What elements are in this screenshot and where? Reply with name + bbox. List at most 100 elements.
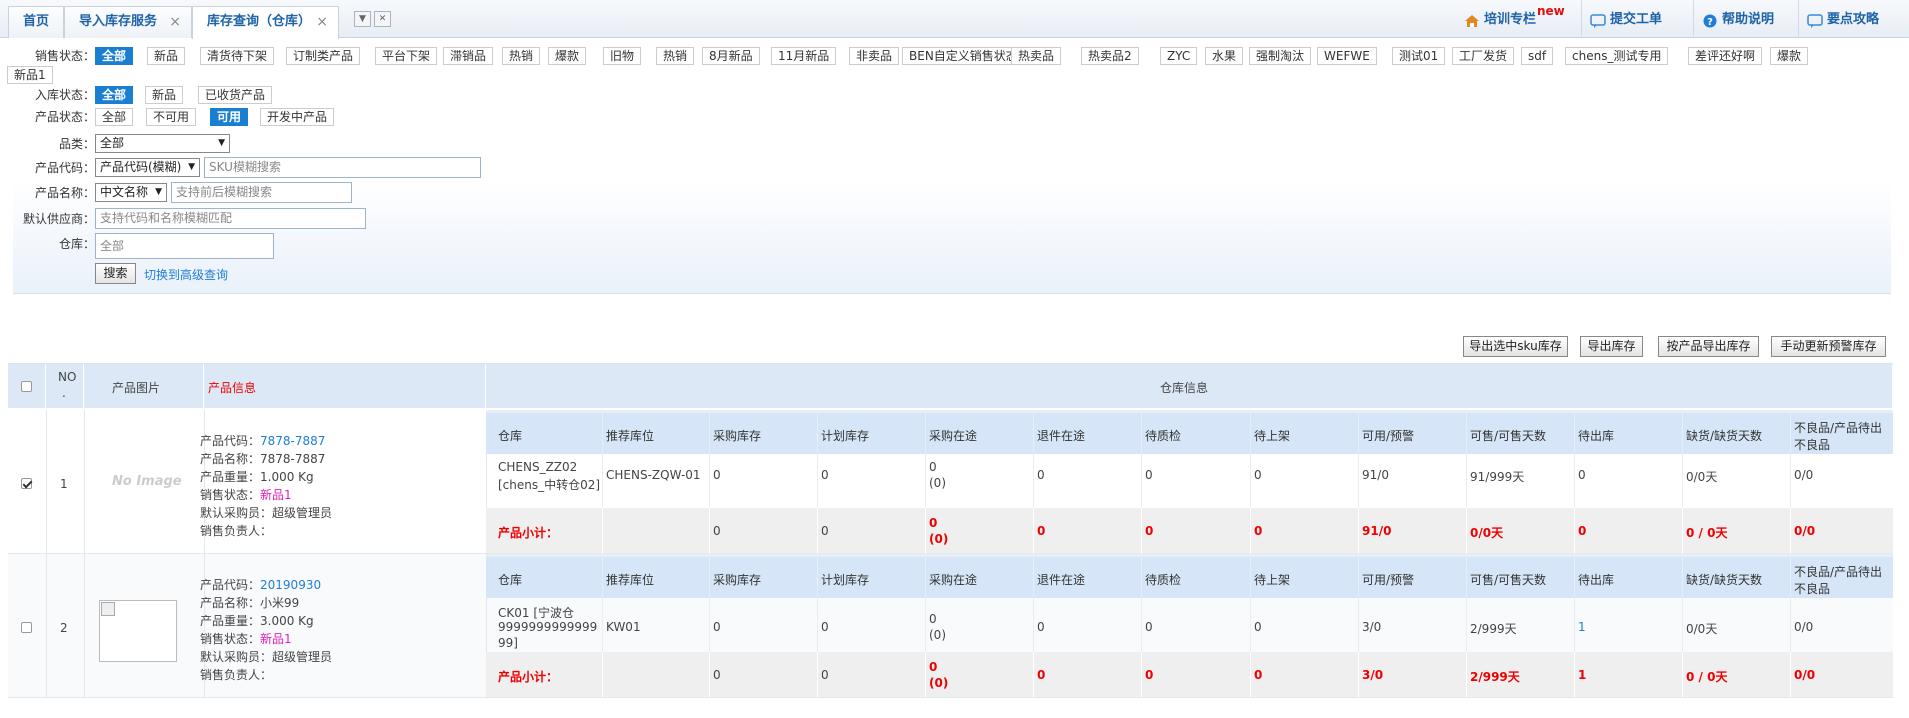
subheader-cell: 退件在途 bbox=[1037, 429, 1086, 443]
sale-status-option[interactable]: 新品1 bbox=[7, 66, 53, 84]
column-divider bbox=[1358, 508, 1359, 553]
advanced-search-link[interactable]: 切换到高级查询 bbox=[144, 266, 228, 283]
help-link[interactable]: ? 帮助说明 bbox=[1693, 0, 1798, 38]
subtotal-value: 0/0 bbox=[1794, 668, 1816, 682]
close-all-tabs-icon[interactable]: ✕ bbox=[374, 11, 391, 27]
subheader-cell: 待质检 bbox=[1145, 573, 1182, 587]
export-selected-sku-button[interactable]: 导出选中sku库存 bbox=[1463, 336, 1568, 357]
subheader-cell: 待出库 bbox=[1578, 573, 1615, 587]
sales-owner: 销售负责人： bbox=[200, 524, 273, 538]
training-column-link[interactable]: 培训专栏 bbox=[1456, 0, 1581, 38]
sale-status-option[interactable]: 订制类产品 bbox=[286, 47, 361, 65]
sale-status-option[interactable]: 水果 bbox=[1205, 47, 1244, 65]
export-by-product-button[interactable]: 按产品导出库存 bbox=[1658, 336, 1759, 357]
product-status-option[interactable]: 开发中产品 bbox=[260, 108, 335, 126]
tab-home[interactable]: 首页 bbox=[8, 6, 64, 38]
sale-status-option[interactable]: 热卖品2 bbox=[1081, 47, 1139, 65]
select-all-checkbox[interactable] bbox=[21, 381, 32, 392]
sale-status-option[interactable]: 旧物 bbox=[603, 47, 642, 65]
sale-status-option[interactable]: 11月新品 bbox=[771, 47, 837, 65]
product-code-link[interactable]: 20190930 bbox=[260, 578, 321, 592]
subheader-cell: 采购库存 bbox=[713, 429, 762, 443]
sale-status-option[interactable]: 强制淘汰 bbox=[1249, 47, 1312, 65]
subheader-cell: 仓库 bbox=[498, 429, 523, 443]
sale-status-option[interactable]: 清货待下架 bbox=[200, 47, 275, 65]
subtotal-value: 0/0 bbox=[1794, 524, 1816, 538]
sales-owner: 销售负责人： bbox=[200, 668, 273, 682]
close-icon[interactable]: × bbox=[169, 7, 181, 37]
row-checkbox[interactable] bbox=[21, 622, 32, 633]
recommended-location: CHENS-ZQW-01 bbox=[606, 468, 701, 482]
sale-status-option[interactable]: 差评还好啊 bbox=[1688, 47, 1763, 65]
column-divider bbox=[602, 652, 603, 697]
stock-table: NO. 产品图片 产品信息 仓库信息 1 No Image 产品代码：7878-7887 产品… bbox=[8, 363, 1893, 718]
sale-status-option[interactable]: chens_测试专用 bbox=[1565, 47, 1669, 65]
sale-status-option[interactable]: 测试01 bbox=[1392, 47, 1446, 65]
in-status-option[interactable]: 新品 bbox=[145, 86, 184, 104]
sku-search-input[interactable]: SKU模糊搜索 bbox=[204, 157, 481, 178]
tab-import-stock[interactable]: 导入库存服务 × bbox=[64, 6, 192, 38]
sale-status-option[interactable]: 热销 bbox=[656, 47, 695, 65]
code-mode-select[interactable]: 产品代码(模糊) ▼ bbox=[95, 158, 200, 177]
sale-status-option[interactable]: 热卖品 bbox=[1011, 47, 1062, 65]
sale-status-option[interactable]: WEFWE bbox=[1317, 47, 1377, 65]
sale-status-option[interactable]: 非卖品 bbox=[849, 47, 900, 65]
column-divider bbox=[709, 508, 710, 553]
sale-status-option[interactable]: 全部 bbox=[95, 47, 134, 65]
in-status-option[interactable]: 全部 bbox=[95, 86, 134, 104]
supplier-input[interactable]: 支持代码和名称模糊匹配 bbox=[95, 208, 366, 229]
product-code-link[interactable]: 7878-7887 bbox=[260, 434, 325, 448]
sale-status-option[interactable]: sdf bbox=[1521, 47, 1554, 65]
key-guide-link[interactable]: 要点攻略 bbox=[1798, 0, 1909, 38]
sale-status-option[interactable]: 8月新品 bbox=[702, 47, 760, 65]
subheader-cell: 采购在途 bbox=[929, 429, 978, 443]
link-label: 提交工单 bbox=[1610, 12, 1663, 27]
warehouse-name: [chens_中转仓02] bbox=[498, 478, 601, 492]
sale-status-option[interactable]: ZYC bbox=[1160, 47, 1198, 65]
product-status-option[interactable]: 全部 bbox=[95, 108, 134, 126]
export-stock-button[interactable]: 导出库存 bbox=[1580, 336, 1643, 357]
purchase-in-transit-sub: (0) bbox=[929, 628, 946, 642]
product-status-label: 产品状态： bbox=[34, 110, 95, 124]
sale-status-option[interactable]: 热销 bbox=[502, 47, 541, 65]
tab-stock-query[interactable]: 库存查询（仓库） × bbox=[192, 6, 339, 39]
subtotal-value: 0 bbox=[1037, 524, 1046, 538]
sale-status-option[interactable]: BEN自定义销售状态 bbox=[902, 47, 1025, 65]
stock-value: 0 bbox=[821, 468, 829, 482]
subtotal-transit-sub: (0) bbox=[929, 676, 949, 690]
svg-text:?: ? bbox=[1707, 17, 1713, 28]
stock-value: 0/0天 bbox=[1686, 622, 1718, 636]
product-status-option[interactable]: 可用 bbox=[210, 108, 249, 126]
product-image[interactable]: No Image bbox=[108, 462, 182, 502]
sale-status-option[interactable]: 平台下架 bbox=[375, 47, 438, 65]
header-image: 产品图片 bbox=[112, 381, 161, 395]
submit-ticket-link[interactable]: 提交工单 bbox=[1581, 0, 1693, 38]
product-status-option[interactable]: 不可用 bbox=[146, 108, 197, 126]
sale-status-option[interactable]: 新品 bbox=[147, 47, 186, 65]
subtotal-value: 0 bbox=[1037, 668, 1046, 682]
stock-value[interactable]: 1 bbox=[1578, 620, 1586, 634]
sale-status-option[interactable]: 滞销品 bbox=[443, 47, 494, 65]
subtotal-value: 0 bbox=[1254, 524, 1263, 538]
sale-status-option[interactable]: 爆款 bbox=[1770, 47, 1809, 65]
subheader-cell: 不良品/产品待出 bbox=[1794, 421, 1883, 435]
subheader-cell: 推荐库位 bbox=[606, 573, 655, 587]
search-button[interactable]: 搜索 bbox=[95, 263, 136, 284]
sale-status-option[interactable]: 爆款 bbox=[548, 47, 587, 65]
row-checkbox[interactable] bbox=[21, 478, 32, 489]
category-select[interactable]: 全部 ▼ bbox=[95, 134, 230, 153]
close-icon[interactable]: × bbox=[316, 7, 328, 37]
subheader-cell: 待上架 bbox=[1254, 573, 1291, 587]
tab-list-dropdown-icon[interactable]: ▼ bbox=[354, 11, 371, 27]
column-divider bbox=[709, 652, 710, 697]
name-mode-select[interactable]: 中文名称 ▼ bbox=[95, 183, 167, 202]
subtotal-value: 0 bbox=[1578, 524, 1587, 538]
sale-status-option[interactable]: 工厂发货 bbox=[1452, 47, 1515, 65]
stock-value: 0 bbox=[713, 620, 721, 634]
subheader-cell: 不良品 bbox=[1794, 582, 1831, 596]
update-warning-stock-button[interactable]: 手动更新预警库存 bbox=[1771, 336, 1886, 357]
subheader-cell: 仓库 bbox=[498, 573, 523, 587]
product-name-input[interactable]: 支持前后模糊搜索 bbox=[171, 182, 352, 203]
warehouse-input[interactable]: 全部 bbox=[95, 233, 274, 259]
in-status-option[interactable]: 已收货产品 bbox=[198, 86, 273, 104]
